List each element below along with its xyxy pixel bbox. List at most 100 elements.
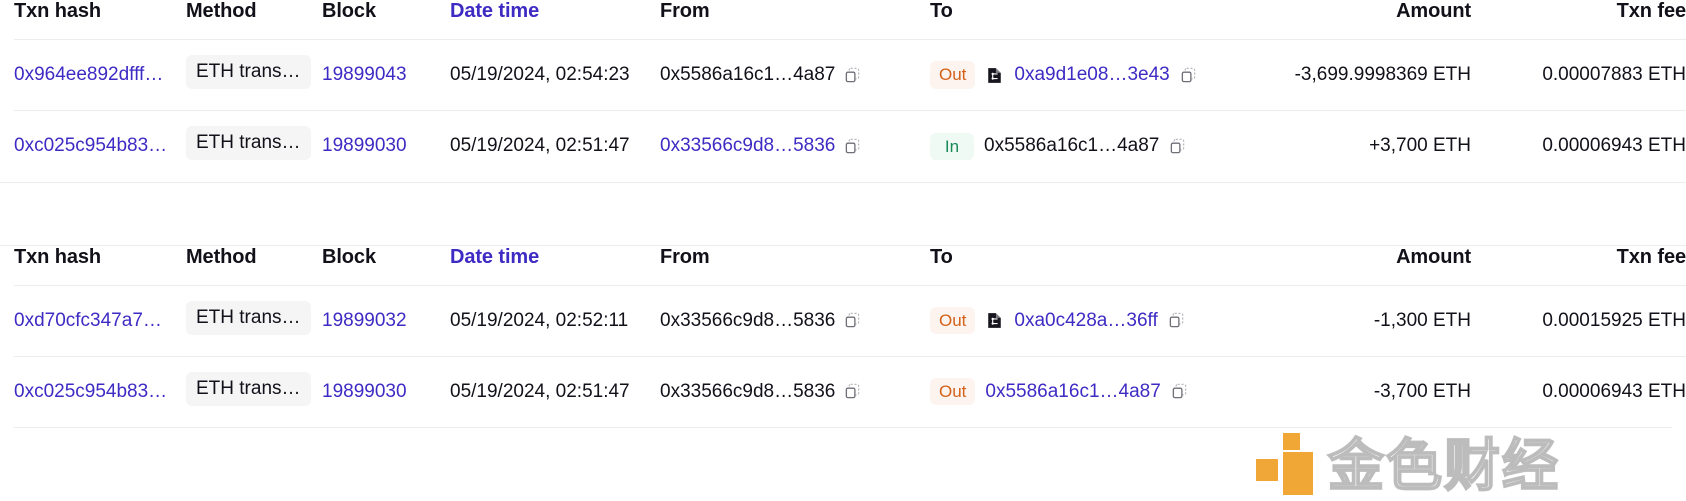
- transactions-table-1: Txn hash Method Block Date time From To …: [14, 0, 1686, 182]
- cell-block: 19899032: [322, 284, 450, 356]
- amount-text: -3,699.9998369 ETH: [1294, 64, 1471, 85]
- copy-icon[interactable]: [1168, 312, 1185, 329]
- cell-method: ETH trans…: [186, 110, 322, 182]
- cell-amount: -3,700 ETH: [1256, 355, 1471, 427]
- cell-method: ETH trans…: [186, 355, 322, 427]
- cell-to: Out 0xa9d1e08…3e43: [930, 39, 1256, 111]
- method-badge: ETH trans…: [186, 126, 311, 161]
- txn-fee-text: 0.00006943 ETH: [1542, 380, 1686, 402]
- transactions-table-2-body: 0xd70cfc347a7… ETH trans… 19899032 05/19/20…: [14, 284, 1686, 427]
- cell-from: 0x33566c9d8…5836: [660, 284, 930, 356]
- column-header-block[interactable]: Block: [322, 0, 450, 40]
- site-watermark: 金色财经: [1256, 433, 1560, 499]
- table-separator-gap: [0, 181, 1686, 246]
- method-badge: ETH trans…: [186, 55, 311, 89]
- cell-txn-fee: 0.00015925 ETH: [1471, 284, 1686, 356]
- block-link[interactable]: 19899032: [322, 310, 407, 331]
- txn-hash-link[interactable]: 0xc025c954b83…: [14, 381, 167, 402]
- cell-date-time: 05/19/2024, 02:51:47: [450, 355, 660, 427]
- table-bottom-divider: [14, 427, 1672, 428]
- cell-amount: -3,699.9998369 ETH: [1256, 39, 1471, 111]
- from-address[interactable]: 0x33566c9d8…5836: [660, 135, 835, 157]
- txn-hash-link[interactable]: 0x964ee892dfff…: [14, 64, 163, 85]
- block-link[interactable]: 19899030: [322, 381, 407, 402]
- txn-hash-link[interactable]: 0xc025c954b83…: [14, 135, 167, 156]
- method-badge: ETH trans…: [186, 371, 311, 406]
- cell-txn-hash: 0xd70cfc347a7…: [14, 284, 186, 356]
- contract-icon: [985, 311, 1004, 330]
- column-header-date-time[interactable]: Date time: [450, 246, 660, 286]
- column-header-to[interactable]: To: [930, 0, 1256, 40]
- cell-txn-fee: 0.00006943 ETH: [1471, 110, 1686, 182]
- txn-fee-text: 0.00007883 ETH: [1542, 64, 1686, 85]
- cell-block: 19899043: [322, 39, 450, 111]
- transactions-table-1-body: 0x964ee892dfff… ETH trans… 19899043 05/19/2…: [14, 39, 1686, 182]
- cell-from: 0x5586a16c1…4a87: [660, 39, 930, 111]
- block-link[interactable]: 19899043: [322, 64, 407, 85]
- amount-text: +3,700 ETH: [1369, 135, 1471, 157]
- transactions-table-2-section: Txn hash Method Block Date time From To …: [0, 246, 1686, 428]
- txn-fee-text: 0.00006943 ETH: [1542, 135, 1686, 157]
- to-address[interactable]: 0xa0c428a…36ff: [1014, 310, 1157, 332]
- column-header-method[interactable]: Method: [186, 246, 322, 286]
- method-badge: ETH trans…: [186, 300, 311, 335]
- cell-date-time: 05/19/2024, 02:52:11: [450, 284, 660, 356]
- column-header-date-time[interactable]: Date time: [450, 0, 660, 40]
- cell-to: In 0x5586a16c1…4a87: [930, 110, 1256, 182]
- block-link[interactable]: 19899030: [322, 135, 407, 156]
- transactions-table-2: Txn hash Method Block Date time From To …: [14, 246, 1686, 427]
- direction-badge: Out: [930, 306, 976, 335]
- to-address[interactable]: 0xa9d1e08…3e43: [1014, 64, 1169, 86]
- copy-icon[interactable]: [844, 138, 861, 155]
- cell-to: Out 0x5586a16c1…4a87: [930, 355, 1256, 427]
- cell-date-time: 05/19/2024, 02:54:23: [450, 39, 660, 111]
- transactions-table-1-section: Txn hash Method Block Date time From To …: [0, 0, 1686, 182]
- copy-icon[interactable]: [844, 383, 861, 400]
- column-header-amount[interactable]: Amount: [1256, 246, 1471, 286]
- cell-block: 19899030: [322, 110, 450, 182]
- from-address: 0x33566c9d8…5836: [660, 380, 836, 402]
- copy-icon[interactable]: [844, 312, 861, 329]
- direction-badge: Out: [930, 378, 976, 406]
- date-time-text: 05/19/2024, 02:51:47: [450, 380, 630, 402]
- cell-txn-fee: 0.00006943 ETH: [1471, 355, 1686, 427]
- column-header-from[interactable]: From: [660, 0, 930, 40]
- column-header-txn-fee[interactable]: Txn fee: [1471, 246, 1686, 286]
- copy-icon[interactable]: [844, 67, 861, 84]
- table-row: 0xd70cfc347a7… ETH trans… 19899032 05/19/20…: [14, 284, 1686, 356]
- column-header-txn-hash[interactable]: Txn hash: [14, 246, 186, 286]
- txn-hash-link[interactable]: 0xd70cfc347a7…: [14, 310, 162, 331]
- column-header-from[interactable]: From: [660, 246, 930, 286]
- direction-badge: Out: [930, 61, 976, 89]
- column-header-method[interactable]: Method: [186, 0, 322, 40]
- txn-fee-text: 0.00015925 ETH: [1542, 309, 1686, 331]
- cell-from: 0x33566c9d8…5836: [660, 355, 930, 427]
- table-row: 0x964ee892dfff… ETH trans… 19899043 05/19/2…: [14, 39, 1686, 111]
- to-address[interactable]: 0x5586a16c1…4a87: [985, 381, 1160, 403]
- cell-method: ETH trans…: [186, 39, 322, 111]
- copy-icon[interactable]: [1180, 67, 1197, 84]
- column-header-block[interactable]: Block: [322, 246, 450, 286]
- cell-txn-hash: 0xc025c954b83…: [14, 110, 186, 182]
- cell-amount: -1,300 ETH: [1256, 284, 1471, 356]
- copy-icon[interactable]: [1169, 138, 1186, 155]
- cell-method: ETH trans…: [186, 284, 322, 356]
- cell-date-time: 05/19/2024, 02:51:47: [450, 110, 660, 182]
- date-time-text: 05/19/2024, 02:52:11: [450, 309, 629, 331]
- column-header-txn-fee[interactable]: Txn fee: [1471, 0, 1686, 40]
- column-header-to[interactable]: To: [930, 246, 1256, 286]
- table-row: 0xc025c954b83… ETH trans… 19899030 05/19/20…: [14, 355, 1686, 427]
- watermark-label: 金色财经: [1327, 434, 1560, 499]
- watermark-logo-icon: [1256, 433, 1318, 495]
- amount-text: -1,300 ETH: [1373, 309, 1471, 331]
- column-header-txn-hash[interactable]: Txn hash: [14, 0, 186, 40]
- date-time-text: 05/19/2024, 02:54:23: [450, 64, 630, 85]
- copy-icon[interactable]: [1171, 383, 1188, 400]
- cell-to: Out 0xa0c428a…36ff: [930, 284, 1256, 356]
- cell-from: 0x33566c9d8…5836: [660, 110, 930, 182]
- contract-icon: [985, 66, 1004, 85]
- to-address: 0x5586a16c1…4a87: [984, 135, 1160, 157]
- direction-badge: In: [930, 132, 974, 160]
- table-row: 0xc025c954b83… ETH trans… 19899030 05/19/20…: [14, 110, 1686, 182]
- column-header-amount[interactable]: Amount: [1256, 0, 1471, 40]
